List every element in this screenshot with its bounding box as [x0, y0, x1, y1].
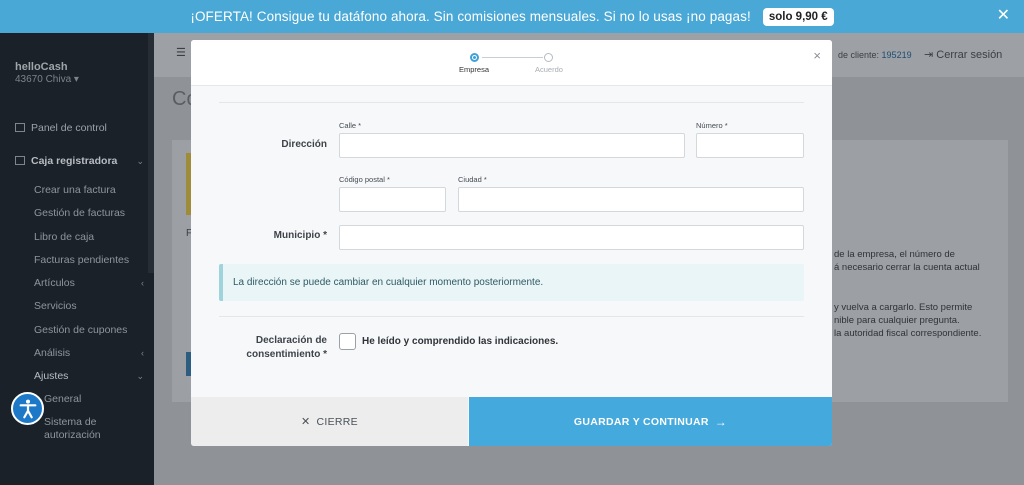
promo-text: ¡OFERTA! Consigue tu datáfono ahora. Sin… — [190, 9, 751, 24]
consent-label: Declaración de consentimiento * — [246, 335, 327, 360]
background-text: á necesario cerrar la cuenta actual — [834, 262, 980, 273]
sidebar-item-create-invoice[interactable]: Crear una factura — [34, 184, 116, 196]
street-label: Calle * — [339, 121, 362, 130]
sidebar-item-settings[interactable]: Ajustes — [34, 370, 68, 382]
number-label: Número * — [696, 121, 728, 130]
brand-name: helloCash — [15, 61, 68, 73]
close-icon: ✕ — [300, 416, 311, 428]
company-setup-modal: Empresa Acuerdo × Dirección Calle * Núme… — [191, 40, 832, 446]
city-label: Ciudad * — [458, 175, 487, 184]
number-input[interactable] — [696, 133, 804, 158]
street-input[interactable] — [339, 133, 685, 158]
promo-banner: ¡OFERTA! Consigue tu datáfono ahora. Sin… — [0, 0, 1024, 33]
background-text: nible para cualquier pregunta. — [834, 315, 960, 326]
sidebar-item-cashbook[interactable]: Libro de caja — [34, 231, 94, 243]
step-connector — [482, 57, 543, 58]
promo-price-badge[interactable]: solo 9,90 € — [762, 7, 834, 26]
background-text: y vuelva a cargarlo. Esto permite — [834, 302, 973, 313]
address-label: Dirección — [281, 139, 327, 150]
accessibility-button[interactable] — [11, 392, 44, 425]
consent-text[interactable]: He leído y comprendido las indicaciones. — [362, 336, 558, 347]
logout-label: Cerrar sesión — [936, 49, 1003, 61]
sidebar-item-register[interactable]: Caja registradora — [15, 155, 117, 167]
chevron-down-icon: ⌄ — [136, 156, 144, 166]
save-button-label: GUARDAR Y CONTINUAR — [573, 415, 709, 428]
sidebar-item-coupons[interactable]: Gestión de cupones — [34, 324, 127, 336]
register-icon — [15, 156, 25, 165]
background-text: de la empresa, el número de — [834, 249, 955, 260]
save-continue-button[interactable]: GUARDAR Y CONTINUAR → — [469, 397, 832, 446]
divider — [219, 316, 804, 317]
step-label-company: Empresa — [459, 65, 490, 74]
divider — [219, 102, 804, 103]
sidebar-item-articles[interactable]: Artículos — [34, 277, 75, 289]
background-text: la autoridad fiscal correspondiente. — [834, 328, 982, 339]
step-label-agreement: Acuerdo — [535, 65, 563, 74]
arrow-right-icon: → — [714, 414, 728, 429]
step-indicator-active — [470, 53, 479, 62]
close-button[interactable]: ✕ CIERRE — [191, 397, 468, 446]
chevron-down-icon: ⌄ — [136, 371, 144, 381]
logout-icon: ⇥ — [924, 49, 934, 61]
sidebar-item-label: Panel de control — [31, 122, 107, 134]
client-number-label: de cliente: — [838, 50, 880, 60]
menu-icon[interactable]: ☰ — [176, 46, 186, 59]
sidebar-item-dashboard[interactable]: Panel de control — [15, 122, 107, 134]
sidebar-subitem-general[interactable]: General — [44, 393, 81, 405]
municipality-label: Municipio * — [273, 230, 327, 241]
close-icon[interactable]: × — [813, 48, 821, 63]
postal-code-label: Código postal * — [339, 175, 390, 184]
city-input[interactable] — [458, 187, 804, 212]
accessibility-icon — [19, 399, 36, 418]
sidebar-item-analysis[interactable]: Análisis — [34, 347, 70, 359]
logout-link[interactable]: ⇥ Cerrar sesión — [924, 48, 1002, 61]
postal-code-input[interactable] — [339, 187, 446, 212]
step-indicator-inactive — [544, 53, 553, 62]
info-alert: La dirección se puede cambiar en cualqui… — [219, 264, 804, 301]
sidebar-item-pending[interactable]: Facturas pendientes — [34, 254, 129, 266]
client-number: de cliente: 195219 — [838, 50, 912, 60]
consent-checkbox[interactable] — [339, 333, 356, 350]
sidebar-subitem-authorization[interactable]: Sistema de autorización — [44, 416, 134, 442]
chevron-left-icon: ‹ — [141, 348, 144, 358]
sidebar-item-label: Caja registradora — [31, 155, 118, 167]
close-icon[interactable]: ✕ — [997, 8, 1010, 24]
client-number-value: 195219 — [881, 50, 912, 60]
dashboard-icon — [15, 123, 25, 132]
chevron-left-icon: ‹ — [141, 278, 144, 288]
modal-header: Empresa Acuerdo × — [191, 40, 832, 86]
location-selector[interactable]: 43670 Chiva ▾ — [15, 74, 79, 85]
sidebar-item-services[interactable]: Servicios — [34, 300, 77, 312]
close-button-label: CIERRE — [316, 415, 358, 428]
sidebar-item-invoices[interactable]: Gestión de facturas — [34, 207, 125, 219]
info-alert-text: La dirección se puede cambiar en cualqui… — [233, 277, 544, 288]
municipality-input[interactable] — [339, 225, 804, 250]
